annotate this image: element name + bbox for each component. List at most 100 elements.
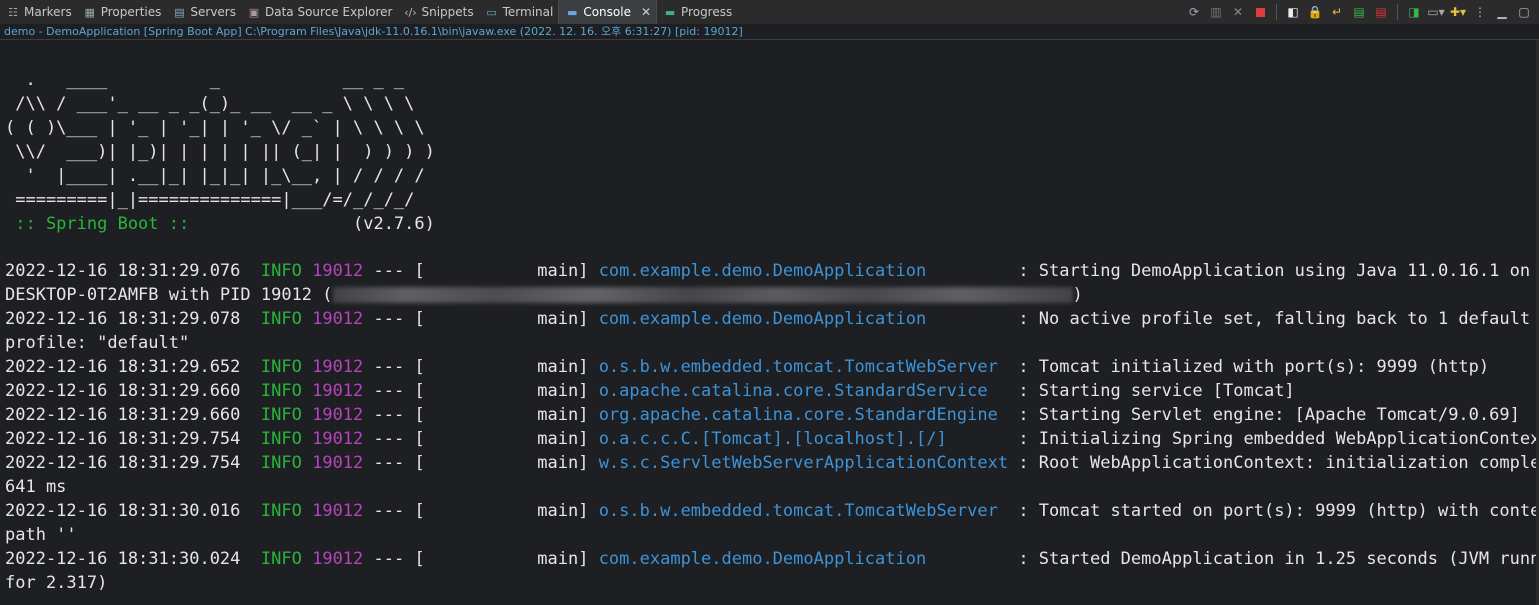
log-thread: --- [ main] [363, 261, 599, 281]
tab-servers[interactable]: ▤ Servers [166, 0, 241, 24]
log-pid: 19012 [312, 429, 364, 449]
log-continuation: 641 ms [5, 475, 1537, 499]
tab-progress[interactable]: ▬ Progress [657, 0, 737, 24]
log-message: : Starting service [Tomcat] [1008, 381, 1295, 401]
console-toolbar: ⟳ ▥ ✕ ◧ 🔒 ↵ ▤ ▤ ◨ ▭▾ ✚▾ ⋮ ▁ ▢ [1185, 2, 1533, 22]
log-thread: --- [ main] [363, 549, 599, 569]
log-level: INFO [260, 357, 302, 377]
banner-line: . ____ _ __ _ _ [5, 70, 405, 90]
log-level: INFO [260, 453, 302, 473]
log-line: 2022-12-16 18:31:29.078 INFO 19012 --- [… [5, 307, 1537, 331]
console-output[interactable]: . ____ _ __ _ _ /\\ / ___'_ __ _ _(_)_ _… [0, 40, 1539, 605]
new-console-icon[interactable]: ✚▾ [1449, 3, 1467, 21]
log-thread: --- [ main] [363, 357, 599, 377]
terminal-icon: ▭ [486, 5, 497, 19]
banner-line: \\/ ___)| |_)| | | | | || (_| | ) ) ) ) [5, 142, 435, 162]
tab-console[interactable]: ▬ Console ✕ [558, 0, 658, 24]
log-logger: com.example.demo.DemoApplication [598, 261, 1009, 281]
log-message: : Starting Servlet engine: [Apache Tomca… [1008, 405, 1520, 425]
log-continuation: for 2.317) [5, 571, 1537, 595]
servers-icon: ▤ [174, 5, 185, 19]
redacted-path [332, 287, 1073, 303]
scroll-lock-icon[interactable]: 🔒 [1306, 3, 1324, 21]
remove-all-icon[interactable]: ✕ [1229, 3, 1247, 21]
spring-boot-banner: . ____ _ __ _ _ /\\ / ___'_ __ _ _(_)_ _… [5, 68, 435, 236]
tab-markers[interactable]: ☷ Markers [0, 0, 77, 24]
log-timestamp: 2022-12-16 18:31:29.660 [5, 381, 241, 401]
terminate-relaunch-icon[interactable]: ⟳ [1185, 3, 1203, 21]
tab-snippets[interactable]: ‹/› Snippets [397, 0, 478, 24]
log-continuation: path '' [5, 523, 1537, 547]
close-icon[interactable]: ✕ [641, 5, 651, 19]
log-thread: --- [ main] [363, 429, 599, 449]
log-level: INFO [260, 429, 302, 449]
log-level: INFO [260, 549, 302, 569]
log-text: DESKTOP-0T2AMFB with PID 19012 ( [5, 285, 333, 305]
log-lines: 2022-12-16 18:31:29.076 INFO 19012 --- [… [5, 259, 1537, 595]
tab-label: Markers [24, 5, 72, 19]
log-level: INFO [260, 309, 302, 329]
minimize-icon[interactable]: ▁ [1493, 3, 1511, 21]
toolbar-separator [1276, 4, 1277, 20]
data-source-icon: ▣ [248, 5, 260, 19]
show-on-stderr-icon[interactable]: ▤ [1372, 3, 1390, 21]
show-on-stdout-icon[interactable]: ▤ [1350, 3, 1368, 21]
clear-console-icon[interactable]: ◧ [1284, 3, 1302, 21]
spring-boot-label: :: Spring Boot :: [5, 214, 200, 234]
log-line: 2022-12-16 18:31:30.016 INFO 19012 --- [… [5, 499, 1537, 523]
log-pid: 19012 [312, 549, 364, 569]
log-timestamp: 2022-12-16 18:31:29.660 [5, 405, 241, 425]
banner-line: ( ( )\___ | '_ | '_| | '_ \/ _` | \ \ \ … [5, 118, 425, 138]
log-text: 641 ms [5, 477, 67, 497]
tab-data-source-explorer[interactable]: ▣ Data Source Explorer [241, 0, 397, 24]
console-icon: ▬ [567, 5, 578, 19]
log-text: for 2.317) [5, 573, 108, 593]
log-line: 2022-12-16 18:31:29.660 INFO 19012 --- [… [5, 379, 1537, 403]
log-message: : Tomcat started on port(s): 9999 (http)… [1008, 501, 1537, 521]
log-level: INFO [260, 381, 302, 401]
toolbar-separator [1397, 4, 1398, 20]
markers-icon: ☷ [8, 5, 18, 19]
log-thread: --- [ main] [363, 309, 599, 329]
log-logger: o.s.b.w.embedded.tomcat.TomcatWebServer [598, 357, 1009, 377]
log-pid: 19012 [312, 405, 364, 425]
log-message: : Initializing Spring embedded WebApplic… [1008, 429, 1537, 449]
log-timestamp: 2022-12-16 18:31:30.016 [5, 501, 241, 521]
pin-console-icon[interactable]: ◨ [1405, 3, 1423, 21]
process-description: demo - DemoApplication [Spring Boot App]… [0, 24, 1539, 40]
banner-line: /\\ / ___'_ __ _ _(_)_ __ __ _ \ \ \ \ [5, 94, 415, 114]
word-wrap-icon[interactable]: ↵ [1328, 3, 1346, 21]
maximize-icon[interactable]: ▢ [1515, 3, 1533, 21]
properties-icon: ▦ [84, 5, 95, 19]
view-menu-icon[interactable]: ⋮ [1471, 3, 1489, 21]
log-line: 2022-12-16 18:31:29.652 INFO 19012 --- [… [5, 355, 1537, 379]
view-tab-bar: ☷ Markers ▦ Properties ▤ Servers ▣ Data Sour… [0, 0, 1539, 25]
log-message: : No active profile set, falling back to… [1008, 309, 1531, 329]
log-text: ) [1072, 285, 1083, 305]
log-pid: 19012 [312, 309, 364, 329]
remove-launch-icon[interactable]: ▥ [1207, 3, 1225, 21]
tab-label: Console [583, 5, 631, 19]
tab-label: Terminal [502, 5, 554, 19]
tab-label: Servers [190, 5, 236, 19]
log-thread: --- [ main] [363, 501, 599, 521]
log-level: INFO [260, 405, 302, 425]
log-message: : Started DemoApplication in 1.25 second… [1008, 549, 1537, 569]
log-logger: w.s.c.ServletWebServerApplicationContext [598, 453, 1009, 473]
log-level: INFO [260, 261, 302, 281]
log-line: 2022-12-16 18:31:29.754 INFO 19012 --- [… [5, 427, 1537, 451]
tab-terminal[interactable]: ▭ Terminal [479, 0, 559, 24]
terminate-icon[interactable] [1251, 3, 1269, 21]
spring-boot-version: (v2.7.6) [199, 214, 435, 234]
progress-icon: ▬ [664, 5, 676, 19]
log-level: INFO [260, 501, 302, 521]
log-thread: --- [ main] [363, 381, 599, 401]
display-console-icon[interactable]: ▭▾ [1427, 3, 1445, 21]
log-line: 2022-12-16 18:31:29.076 INFO 19012 --- [… [5, 259, 1537, 283]
log-logger: o.a.c.c.C.[Tomcat].[localhost].[/] [598, 429, 1009, 449]
log-logger: org.apache.catalina.core.StandardEngine [598, 405, 1009, 425]
tab-properties[interactable]: ▦ Properties [77, 0, 167, 24]
banner-line: =========|_|==============|___/=/_/_/_/ [5, 190, 415, 210]
log-logger: o.apache.catalina.core.StandardService [598, 381, 1009, 401]
log-timestamp: 2022-12-16 18:31:29.754 [5, 429, 241, 449]
